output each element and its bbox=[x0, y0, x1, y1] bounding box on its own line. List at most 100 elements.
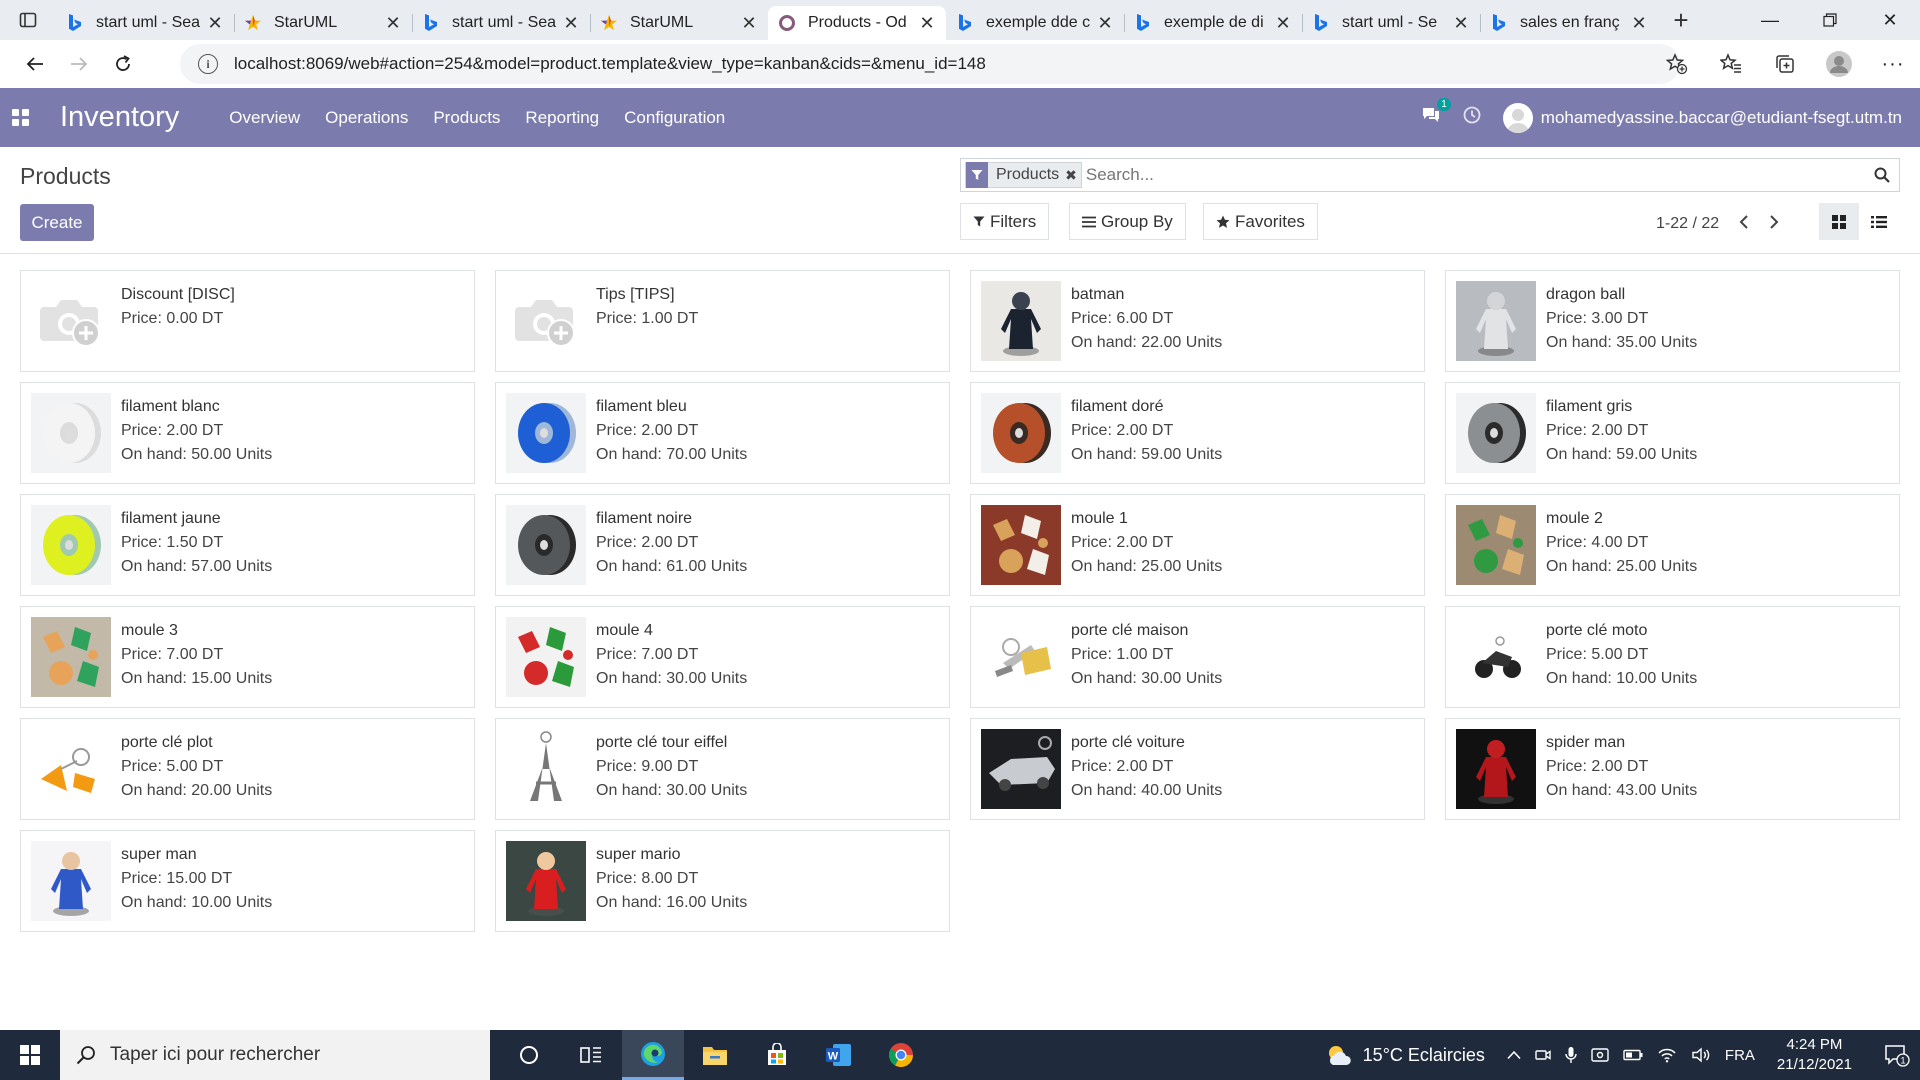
group-by-label: Group By bbox=[1101, 211, 1173, 231]
user-email[interactable]: mohamedyassine.baccar@etudiant-fsegt.utm… bbox=[1541, 108, 1902, 128]
cortana-icon[interactable] bbox=[498, 1030, 560, 1080]
chrome-icon[interactable] bbox=[870, 1030, 932, 1080]
browser-tab[interactable]: start uml - Se ✕ bbox=[1302, 6, 1480, 40]
favorites-button[interactable]: Favorites bbox=[1203, 203, 1318, 240]
battery-icon[interactable] bbox=[1623, 1049, 1643, 1061]
forward-icon[interactable] bbox=[57, 44, 101, 84]
product-card[interactable]: super man Price: 15.00 DT On hand: 10.00 U… bbox=[20, 830, 475, 932]
product-card[interactable]: moule 3 Price: 7.00 DT On hand: 15.00 Unit… bbox=[20, 606, 475, 708]
product-card[interactable]: porte clé moto Price: 5.00 DT On hand: 10.… bbox=[1445, 606, 1900, 708]
microsoft-store-icon[interactable] bbox=[746, 1030, 808, 1080]
restore-icon[interactable] bbox=[1800, 0, 1860, 40]
back-icon[interactable] bbox=[13, 44, 57, 84]
browser-tab[interactable]: start uml - Sea ✕ bbox=[56, 6, 234, 40]
browser-tab[interactable]: exemple de di ✕ bbox=[1124, 6, 1302, 40]
collections-icon[interactable] bbox=[1758, 40, 1812, 88]
product-card[interactable]: filament jaune Price: 1.50 DT On hand: 57.… bbox=[20, 494, 475, 596]
pager-previous-icon[interactable] bbox=[1739, 212, 1749, 235]
browser-tab[interactable]: exemple dde c ✕ bbox=[946, 6, 1124, 40]
product-card[interactable]: porte clé tour eiffel Price: 9.00 DT On ha… bbox=[495, 718, 950, 820]
product-card[interactable]: dragon ball Price: 3.00 DT On hand: 35.00 … bbox=[1445, 270, 1900, 372]
address-bar[interactable]: i localhost:8069/web#action=254&model=pr… bbox=[180, 44, 1680, 84]
product-card[interactable]: moule 2 Price: 4.00 DT On hand: 25.00 Unit… bbox=[1445, 494, 1900, 596]
profile-icon[interactable] bbox=[1812, 40, 1866, 88]
filters-button[interactable]: Filters bbox=[960, 203, 1050, 240]
user-avatar[interactable] bbox=[1502, 102, 1533, 133]
product-card[interactable]: batman Price: 6.00 DT On hand: 22.00 Units bbox=[970, 270, 1425, 372]
notifications-icon[interactable]: 1 bbox=[1874, 1030, 1920, 1080]
edge-browser-icon[interactable] bbox=[622, 1030, 684, 1080]
kanban-view-icon[interactable] bbox=[1819, 203, 1859, 240]
product-card[interactable]: porte clé plot Price: 5.00 DT On hand: 20.… bbox=[20, 718, 475, 820]
remove-facet-icon[interactable]: ✖ bbox=[1065, 167, 1081, 184]
search-icon[interactable] bbox=[1865, 167, 1899, 183]
messages-icon[interactable]: 1 bbox=[1421, 98, 1451, 129]
refresh-icon[interactable] bbox=[101, 44, 145, 84]
word-icon[interactable]: W bbox=[808, 1030, 870, 1080]
minimize-icon[interactable]: — bbox=[1740, 0, 1800, 40]
product-card[interactable]: filament doré Price: 2.00 DT On hand: 59.0… bbox=[970, 382, 1425, 484]
microphone-icon[interactable] bbox=[1565, 1046, 1577, 1064]
product-card[interactable]: spider man Price: 2.00 DT On hand: 43.00 U… bbox=[1445, 718, 1900, 820]
browser-tab[interactable]: sales en franç ✕ bbox=[1480, 6, 1658, 40]
activity-icon[interactable] bbox=[1463, 106, 1481, 129]
product-card[interactable]: porte clé maison Price: 1.00 DT On hand: 3… bbox=[970, 606, 1425, 708]
apps-menu-icon[interactable] bbox=[12, 109, 32, 126]
show-hidden-icons-icon[interactable] bbox=[1507, 1050, 1521, 1060]
volume-icon[interactable] bbox=[1691, 1047, 1711, 1063]
product-card[interactable]: filament noire Price: 2.00 DT On hand: 61.… bbox=[495, 494, 950, 596]
browser-tab[interactable]: Products - Od ✕ bbox=[768, 6, 946, 40]
close-tab-icon[interactable]: ✕ bbox=[384, 13, 402, 34]
product-card[interactable]: filament blanc Price: 2.00 DT On hand: 50.… bbox=[20, 382, 475, 484]
browser-tab[interactable]: StarUML ✕ bbox=[234, 6, 412, 40]
clock[interactable]: 4:24 PM 21/12/2021 bbox=[1777, 1035, 1852, 1075]
product-card[interactable]: filament bleu Price: 2.00 DT On hand: 70.0… bbox=[495, 382, 950, 484]
new-tab-button[interactable]: + bbox=[1658, 0, 1704, 40]
close-tab-icon[interactable]: ✕ bbox=[1096, 13, 1114, 34]
site-info-icon[interactable]: i bbox=[198, 54, 218, 74]
list-view-icon[interactable] bbox=[1859, 203, 1899, 240]
close-tab-icon[interactable]: ✕ bbox=[206, 13, 224, 34]
product-card[interactable]: Tips [TIPS] Price: 1.00 DT bbox=[495, 270, 950, 372]
create-button[interactable]: Create bbox=[20, 204, 94, 241]
product-price: Price: 15.00 DT bbox=[121, 870, 233, 887]
product-card[interactable]: porte clé voiture Price: 2.00 DT On hand: … bbox=[970, 718, 1425, 820]
browser-tab[interactable]: StarUML ✕ bbox=[590, 6, 768, 40]
tab-actions-icon[interactable] bbox=[0, 0, 56, 40]
product-card[interactable]: super mario Price: 8.00 DT On hand: 16.00 … bbox=[495, 830, 950, 932]
close-tab-icon[interactable]: ✕ bbox=[918, 13, 936, 34]
menu-overview[interactable]: Overview bbox=[229, 108, 300, 128]
product-card[interactable]: moule 4 Price: 7.00 DT On hand: 30.00 Unit… bbox=[495, 606, 950, 708]
group-by-button[interactable]: Group By bbox=[1069, 203, 1186, 240]
search-input[interactable] bbox=[1085, 165, 1865, 185]
browser-tab[interactable]: start uml - Sea ✕ bbox=[412, 6, 590, 40]
add-favorite-icon[interactable] bbox=[1650, 40, 1704, 88]
wifi-icon[interactable] bbox=[1657, 1047, 1677, 1063]
favorites-icon[interactable] bbox=[1704, 40, 1758, 88]
close-tab-icon[interactable]: ✕ bbox=[1274, 13, 1292, 34]
product-card[interactable]: filament gris Price: 2.00 DT On hand: 59.0… bbox=[1445, 382, 1900, 484]
menu-products[interactable]: Products bbox=[433, 108, 500, 128]
product-card[interactable]: Discount [DISC] Price: 0.00 DT bbox=[20, 270, 475, 372]
product-card[interactable]: moule 1 Price: 2.00 DT On hand: 25.00 Unit… bbox=[970, 494, 1425, 596]
menu-configuration[interactable]: Configuration bbox=[624, 108, 725, 128]
meet-now-icon[interactable] bbox=[1591, 1047, 1609, 1063]
camera-icon[interactable] bbox=[1535, 1047, 1551, 1063]
app-name[interactable]: Inventory bbox=[60, 101, 179, 134]
weather-widget[interactable]: 15°C Eclaircies bbox=[1325, 1043, 1485, 1067]
close-tab-icon[interactable]: ✕ bbox=[562, 13, 580, 34]
pager-value[interactable]: 1-22 / 22 bbox=[1656, 215, 1719, 233]
close-tab-icon[interactable]: ✕ bbox=[740, 13, 758, 34]
pager-next-icon[interactable] bbox=[1769, 212, 1779, 235]
file-explorer-icon[interactable] bbox=[684, 1030, 746, 1080]
task-view-icon[interactable] bbox=[560, 1030, 622, 1080]
close-tab-icon[interactable]: ✕ bbox=[1452, 13, 1470, 34]
more-options-icon[interactable]: ··· bbox=[1866, 40, 1920, 88]
language-indicator[interactable]: FRA bbox=[1725, 1047, 1755, 1064]
taskbar-search[interactable]: Taper ici pour rechercher bbox=[60, 1030, 490, 1080]
menu-reporting[interactable]: Reporting bbox=[525, 108, 599, 128]
close-tab-icon[interactable]: ✕ bbox=[1630, 13, 1648, 34]
windows-start-icon[interactable] bbox=[0, 1030, 60, 1080]
menu-operations[interactable]: Operations bbox=[325, 108, 408, 128]
close-window-icon[interactable]: ✕ bbox=[1860, 0, 1920, 40]
